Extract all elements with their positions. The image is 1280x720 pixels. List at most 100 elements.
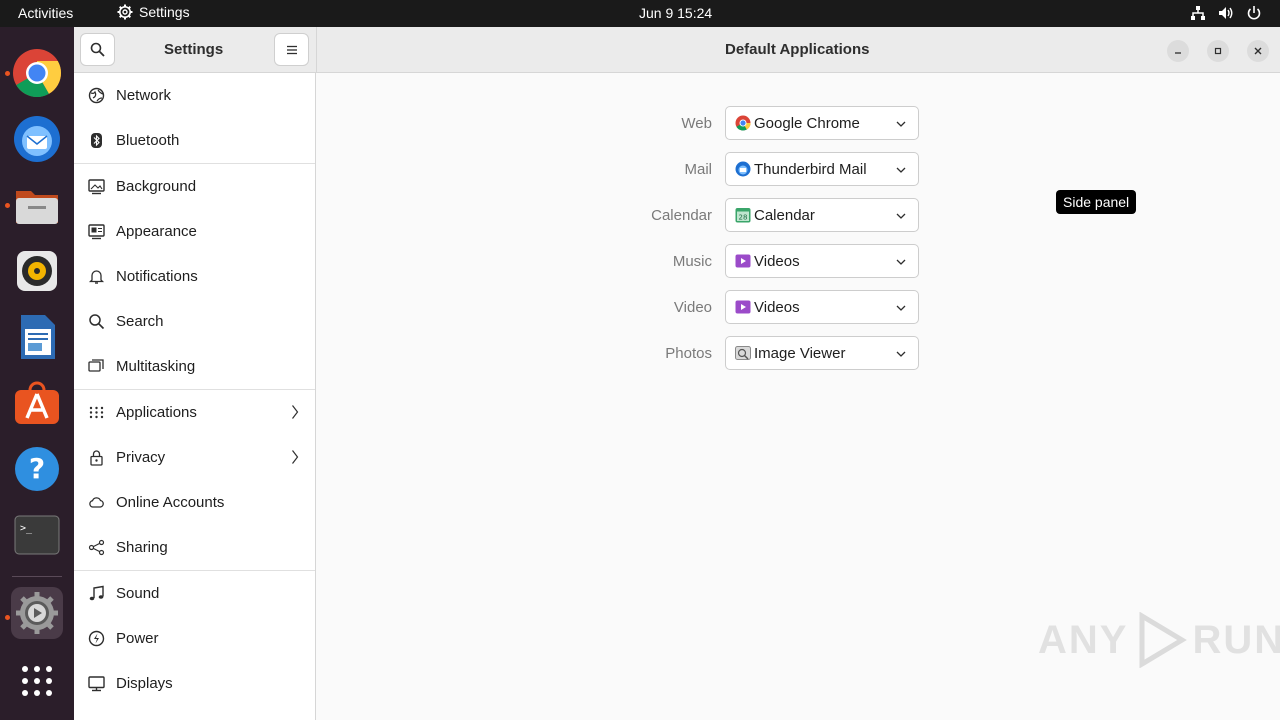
photos-combo-value: Image Viewer: [754, 344, 846, 362]
dock-settings[interactable]: [11, 587, 63, 639]
share-icon: [88, 539, 105, 556]
cloud-icon: [89, 497, 104, 508]
music-note-icon: [89, 585, 104, 601]
sidebar-item-label: Applications: [116, 404, 197, 421]
svg-text:28: 28: [739, 214, 748, 222]
app-grid-icon: [22, 666, 52, 696]
music-combo[interactable]: Videos: [725, 244, 919, 278]
mail-label: Mail: [684, 161, 712, 178]
close-button[interactable]: [1247, 40, 1269, 62]
sidebar-item-label: Multitasking: [116, 358, 196, 375]
watermark-logo: ANY RUN: [1038, 612, 1280, 668]
sidebar-item-sound[interactable]: Sound: [74, 571, 315, 616]
web-combo-value: Google Chrome: [754, 114, 860, 132]
calendar-combo-value: Calendar: [754, 206, 815, 224]
sidebar-item-background[interactable]: Background: [74, 164, 315, 209]
sidebar-item-displays[interactable]: Displays: [74, 661, 315, 706]
help-icon: ?: [15, 447, 59, 491]
power-icon: [88, 630, 105, 647]
system-tray[interactable]: [1190, 5, 1262, 21]
lock-icon: [90, 450, 103, 466]
sidebar-item-network[interactable]: Network: [74, 73, 315, 118]
sidebar-item-label: Bluetooth: [116, 132, 180, 149]
network-icon: [88, 87, 105, 104]
image-viewer-icon: [735, 346, 751, 360]
sidebar-item-multitasking[interactable]: Multitasking: [74, 344, 315, 389]
sidebar-item-privacy[interactable]: Privacy: [74, 435, 315, 480]
dock-files[interactable]: [11, 179, 63, 231]
app-menu[interactable]: Settings: [117, 4, 190, 20]
multitasking-icon: [88, 359, 104, 372]
video-label: Video: [673, 299, 712, 316]
sidebar-item-sharing[interactable]: Sharing: [74, 525, 315, 570]
tooltip: Side panel: [1056, 190, 1137, 214]
rhythmbox-icon: [17, 251, 57, 291]
main-menu-button[interactable]: [274, 33, 309, 66]
top-bar: Activities Settings Jun 9 15:24: [0, 0, 1280, 27]
search-icon: [90, 42, 105, 57]
dock-rhythmbox[interactable]: [11, 245, 63, 297]
chevron-right-icon: [292, 405, 299, 419]
chrome-icon: [735, 115, 751, 131]
video-combo[interactable]: Videos: [725, 290, 919, 324]
calendar-combo[interactable]: 28 Calendar: [725, 198, 919, 232]
sidebar-item-label: Network: [116, 87, 172, 104]
videos-icon: [735, 300, 751, 314]
sidebar-item-bluetooth[interactable]: Bluetooth: [74, 118, 315, 163]
sidebar-item-label: Background: [116, 178, 197, 195]
content-header: Default Applications: [316, 27, 1280, 73]
appearance-icon: [88, 224, 105, 240]
search-button[interactable]: [80, 33, 115, 66]
music-label: Music: [672, 253, 712, 270]
maximize-button[interactable]: [1207, 40, 1229, 62]
mail-combo[interactable]: Thunderbird Mail: [725, 152, 919, 186]
sidebar-item-label: Displays: [116, 675, 173, 692]
music-combo-value: Videos: [754, 252, 800, 270]
thunderbird-icon: [14, 116, 60, 162]
sidebar-item-label: Appearance: [116, 223, 197, 240]
dock-thunderbird[interactable]: [11, 113, 63, 165]
hamburger-menu-icon: [286, 45, 297, 54]
clock[interactable]: Jun 9 15:24: [639, 5, 712, 21]
running-indicator: [5, 615, 10, 620]
dock-help[interactable]: ?: [11, 443, 63, 495]
power-menu-icon[interactable]: [1246, 5, 1262, 21]
activities-button[interactable]: Activities: [18, 5, 73, 21]
web-label: Web: [681, 115, 712, 132]
network-wired-icon[interactable]: [1190, 5, 1206, 21]
volume-icon[interactable]: [1218, 5, 1234, 21]
minimize-button[interactable]: [1167, 40, 1189, 62]
chevron-down-icon: [896, 305, 906, 311]
dock-terminal[interactable]: >_: [11, 509, 63, 561]
calendar-label: Calendar: [651, 207, 712, 224]
chrome-icon: [13, 49, 62, 98]
mail-combo-value: Thunderbird Mail: [754, 160, 867, 178]
sidebar-item-power[interactable]: Power: [74, 616, 315, 661]
dock: ? >_: [0, 27, 74, 720]
restore-icon: [1214, 47, 1222, 55]
sidebar-item-label: Sharing: [116, 539, 168, 556]
sidebar-item-appearance[interactable]: Appearance: [74, 209, 315, 254]
dock-writer[interactable]: [11, 311, 63, 363]
page-title: Default Applications: [725, 41, 870, 58]
dock-chrome[interactable]: [11, 47, 63, 99]
svg-text:?: ?: [29, 452, 45, 485]
minimize-icon: [1175, 52, 1181, 54]
sidebar-title: Settings: [164, 41, 224, 58]
sidebar-item-search[interactable]: Search: [74, 299, 315, 344]
web-combo[interactable]: Google Chrome: [725, 106, 919, 140]
bluetooth-icon: [91, 133, 102, 148]
dock-separator: [12, 576, 62, 577]
sidebar-item-applications[interactable]: Applications: [74, 390, 315, 435]
sidebar-item-online-accounts[interactable]: Online Accounts: [74, 480, 315, 525]
sidebar-item-notifications[interactable]: Notifications: [74, 254, 315, 299]
chevron-down-icon: [896, 167, 906, 173]
videos-icon: [735, 254, 751, 268]
dock-app-center[interactable]: [11, 377, 63, 429]
chevron-right-icon: [292, 450, 299, 464]
dock-show-apps[interactable]: [11, 655, 63, 707]
sidebar-item-label: Notifications: [116, 268, 198, 285]
files-icon: [16, 191, 58, 224]
settings-icon: [16, 592, 58, 634]
photos-combo[interactable]: Image Viewer: [725, 336, 919, 370]
